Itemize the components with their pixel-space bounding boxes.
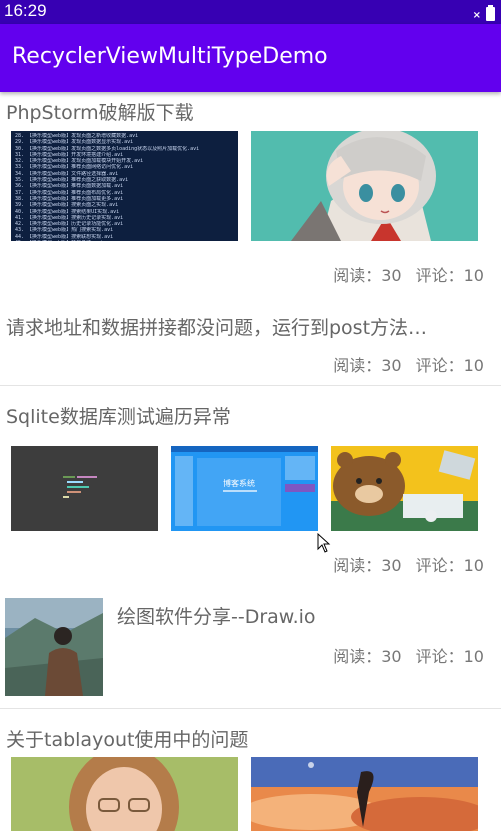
item-stats: 阅读：30 评论：10: [319, 352, 484, 376]
comment-count: 评论：10: [415, 356, 484, 375]
list-item[interactable]: PhpStorm破解版下载 28. 【换乐模型web版】发现页面之新增收藏数据.…: [0, 92, 501, 287]
read-count: 阅读：30: [333, 647, 402, 666]
item-title: 绘图软件分享--Draw.io: [117, 606, 316, 628]
app-title: RecyclerViewMultiTypeDemo: [12, 44, 328, 69]
list-item[interactable]: 关于tablayout使用中的问题: [0, 709, 501, 831]
list-item[interactable]: Sqlite数据库测试遍历异常 博客系统 阅读：30 评论：10: [0, 386, 501, 586]
mouse-cursor-icon: [317, 533, 331, 553]
brown-bear-illustration: [331, 446, 478, 531]
item-stats: 阅读：30 评论：10: [319, 262, 484, 286]
item-title: 关于tablayout使用中的问题: [6, 729, 249, 751]
item-stats: 阅读：30 评论：10: [319, 552, 484, 576]
item-stats: 阅读：30 评论：10: [319, 643, 484, 667]
thumbnail-code-editor[interactable]: [11, 446, 158, 531]
thumbnail-brown-bear[interactable]: [331, 446, 478, 531]
battery-icon: [486, 5, 495, 21]
code-line: 45. 【换乐模型web版】项目总结.avi: [15, 240, 234, 241]
woman-portrait-illustration: [11, 757, 238, 831]
read-count: 阅读：30: [333, 356, 402, 375]
man-landscape-illustration: [5, 598, 103, 696]
thumbnail-code-listing[interactable]: 28. 【换乐模型web版】发现页面之新增收藏数据.avi 29. 【换乐模型we…: [11, 131, 238, 241]
thumbnail-woman-portrait[interactable]: [11, 757, 238, 831]
thumbnail-blog-system[interactable]: 博客系统: [171, 446, 318, 531]
thumbnail-sunset-clouds[interactable]: [251, 757, 478, 831]
comment-count: 评论：10: [415, 266, 484, 285]
blog-heading: 博客系统: [223, 479, 255, 488]
thumbnail-anime-girl[interactable]: [251, 131, 478, 241]
list-item[interactable]: 请求地址和数据拼接都没问题，运行到post方法… 阅读：30 评论：10: [0, 287, 501, 385]
read-count: 阅读：30: [333, 556, 402, 575]
thumbnail-man-landscape[interactable]: [5, 598, 103, 696]
comment-count: 评论：10: [415, 556, 484, 575]
no-signal-icon: ×: [472, 10, 481, 21]
item-title: 请求地址和数据拼接都没问题，运行到post方法…: [6, 317, 428, 339]
list-item[interactable]: 绘图软件分享--Draw.io 阅读：30 评论：10: [0, 586, 501, 708]
sunset-clouds-illustration: [251, 757, 478, 831]
status-time: 16:29: [4, 1, 47, 20]
anime-girl-illustration: [251, 131, 478, 241]
status-icons: ×: [473, 3, 495, 21]
code-editor-illustration: [11, 446, 158, 531]
app-bar: RecyclerViewMultiTypeDemo: [0, 24, 501, 92]
read-count: 阅读：30: [333, 266, 402, 285]
item-title: Sqlite数据库测试遍历异常: [6, 406, 231, 428]
comment-count: 评论：10: [415, 647, 484, 666]
item-title: PhpStorm破解版下载: [6, 102, 194, 124]
status-bar: 16:29 ×: [0, 0, 501, 24]
